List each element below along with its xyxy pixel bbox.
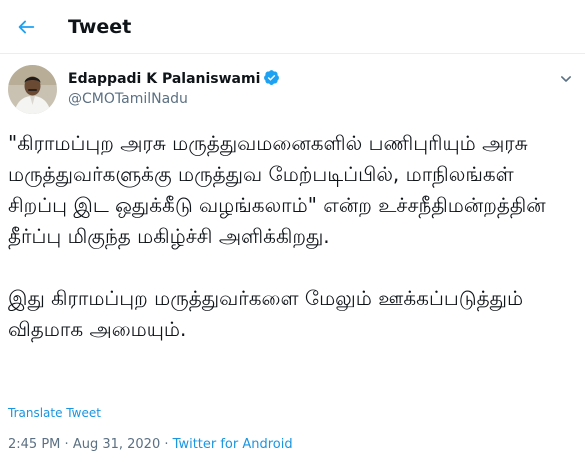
- tweet-time[interactable]: 2:45 PM: [8, 437, 60, 452]
- tweet-text: "கிராமப்புற அரசு மருத்துவமனைகளில் பணிபுர…: [8, 131, 546, 341]
- chevron-down-icon: [561, 76, 571, 82]
- tweet-date[interactable]: Aug 31, 2020: [73, 437, 160, 452]
- more-options-button[interactable]: [551, 64, 581, 94]
- tweet-meta: 2:45 PM · Aug 31, 2020 · Twitter for And…: [8, 436, 293, 454]
- page-title: Tweet: [68, 16, 132, 38]
- back-button[interactable]: [8, 9, 44, 45]
- verified-badge-icon: [264, 70, 280, 85]
- top-bar: Tweet: [0, 0, 585, 54]
- author-name[interactable]: Edappadi K Palaniswami: [68, 69, 280, 89]
- author-handle[interactable]: @CMOTamilNadu: [68, 90, 188, 109]
- author-name-text: Edappadi K Palaniswami: [68, 71, 261, 87]
- translate-tweet-link[interactable]: Translate Tweet: [8, 405, 101, 421]
- avatar[interactable]: [8, 65, 57, 114]
- arrow-left-icon: [18, 20, 35, 34]
- meta-separator: ·: [64, 437, 69, 452]
- tweet-source-link[interactable]: Twitter for Android: [173, 437, 293, 452]
- meta-separator: ·: [164, 437, 169, 452]
- profile-photo: [8, 65, 57, 114]
